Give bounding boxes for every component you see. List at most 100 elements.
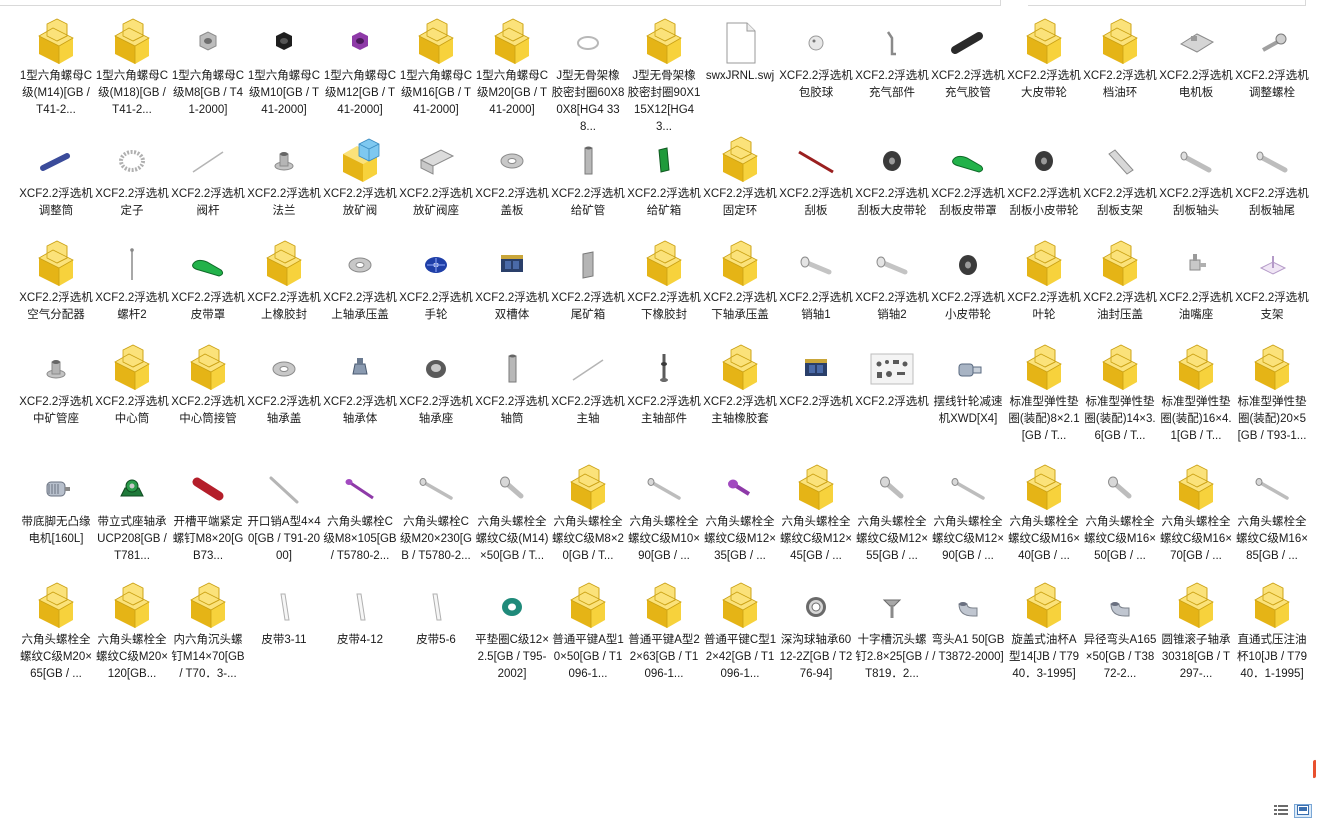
file-item[interactable]: XCF2.2浮选机 电机板 [1158,17,1234,135]
file-item[interactable]: XCF2.2浮选机 螺杆2 [94,239,170,343]
file-item[interactable]: XCF2.2浮选机 轴承座 [398,343,474,463]
file-item[interactable]: XCF2.2浮选机 调整筒 [18,135,94,239]
file-item[interactable]: XCF2.2浮选机 [778,343,854,463]
file-item[interactable]: XCF2.2浮选机 油嘴座 [1158,239,1234,343]
file-item[interactable]: XCF2.2浮选机 下橡胶封 [626,239,702,343]
file-item[interactable]: 六角头螺栓全螺纹C级M20×65[GB / ... [18,581,94,699]
file-item[interactable]: XCF2.2浮选机 阀杆 [170,135,246,239]
file-item[interactable]: XCF2.2浮选机 档油环 [1082,17,1158,135]
file-item[interactable]: 六角头螺栓全螺纹C级M12×90[GB / ... [930,463,1006,581]
file-item[interactable]: XCF2.2浮选机 轴承体 [322,343,398,463]
file-item[interactable]: XCF2.2浮选机 轴筒 [474,343,550,463]
file-item[interactable]: XCF2.2浮选机 手轮 [398,239,474,343]
column-divider[interactable] [1000,0,1001,6]
file-item[interactable]: 六角头螺栓全螺纹C级M16×50[GB / ... [1082,463,1158,581]
file-item[interactable]: 六角头螺栓全螺纹C级M8×20[GB / T... [550,463,626,581]
file-item[interactable]: 皮带3-11 [246,581,322,699]
file-item[interactable]: 六角头螺栓全螺纹C级M12×55[GB / ... [854,463,930,581]
file-item[interactable]: 异径弯头A165×50[GB / T3872-2... [1082,581,1158,699]
file-item[interactable]: XCF2.2浮选机 双槽体 [474,239,550,343]
file-item[interactable]: 六角头螺栓全螺纹C级M16×85[GB / ... [1234,463,1310,581]
file-item[interactable]: XCF2.2浮选机 放矿阀 [322,135,398,239]
file-item[interactable]: XCF2.2浮选机 大皮带轮 [1006,17,1082,135]
file-item[interactable]: XCF2.2浮选机 刮板支架 [1082,135,1158,239]
file-item[interactable]: XCF2.2浮选机 固定环 [702,135,778,239]
file-item[interactable]: 1型六角螺母C级M10[GB / T41-2000] [246,17,322,135]
file-item[interactable]: XCF2.2浮选机 主轴 [550,343,626,463]
file-item[interactable]: 内六角沉头螺钉M14×70[GB / T70．3-... [170,581,246,699]
file-item[interactable]: 六角头螺栓全螺纹C级(M14)×50[GB / T... [474,463,550,581]
file-item[interactable]: 1型六角螺母C级M12[GB / T41-2000] [322,17,398,135]
file-item[interactable]: 圆锥滚子轴承30318[GB / T297-... [1158,581,1234,699]
file-item[interactable]: 1型六角螺母C级M8[GB / T41-2000] [170,17,246,135]
file-item[interactable]: 普通平键C型12×42[GB / T1096-1... [702,581,778,699]
file-item[interactable]: 1型六角螺母C级M16[GB / T41-2000] [398,17,474,135]
file-item[interactable]: 标准型弹性垫圈(装配)20×5[GB / T93-1... [1234,343,1310,463]
file-item[interactable]: XCF2.2浮选机 包胶球 [778,17,854,135]
file-item[interactable]: XCF2.2浮选机 刮板轴尾 [1234,135,1310,239]
file-item[interactable]: XCF2.2浮选机 刮板皮带罩 [930,135,1006,239]
file-item[interactable]: 1型六角螺母C级(M14)[GB / T41-2... [18,17,94,135]
file-item[interactable]: XCF2.2浮选机 中心筒 [94,343,170,463]
file-item[interactable]: XCF2.2浮选机 支架 [1234,239,1310,343]
file-item[interactable]: XCF2.2浮选机 刮板轴头 [1158,135,1234,239]
details-view-button[interactable] [1272,804,1290,818]
file-item[interactable]: XCF2.2浮选机 刮板小皮带轮 [1006,135,1082,239]
file-item[interactable]: XCF2.2浮选机 轴承盖 [246,343,322,463]
file-item[interactable]: 六角头螺栓C级M20×230[GB / T5780-2... [398,463,474,581]
file-item[interactable]: XCF2.2浮选机 尾矿箱 [550,239,626,343]
file-item[interactable]: 标准型弹性垫圈(装配)14×3.6[GB / T... [1082,343,1158,463]
file-item[interactable]: 平垫圈C级12×2.5[GB / T95-2002] [474,581,550,699]
file-item[interactable]: 弯头A1 50[GB / T3872-2000] [930,581,1006,699]
file-item[interactable]: 旋盖式油杯A型14[JB / T7940．3-1995] [1006,581,1082,699]
file-item[interactable]: XCF2.2浮选机 主轴部件 [626,343,702,463]
file-item[interactable]: 皮带4-12 [322,581,398,699]
file-item[interactable]: XCF2.2浮选机 给矿箱 [626,135,702,239]
file-item[interactable]: 六角头螺栓全螺纹C级M16×40[GB / ... [1006,463,1082,581]
file-item[interactable]: 1型六角螺母C级(M18)[GB / T41-2... [94,17,170,135]
file-item[interactable]: 皮带5-6 [398,581,474,699]
file-item[interactable]: XCF2.2浮选机 上轴承压盖 [322,239,398,343]
file-item[interactable]: XCF2.2浮选机 盖板 [474,135,550,239]
file-item[interactable]: XCF2.2浮选机 充气部件 [854,17,930,135]
file-item[interactable]: 六角头螺栓全螺纹C级M10×90[GB / ... [626,463,702,581]
file-item[interactable]: XCF2.2浮选机 给矿管 [550,135,626,239]
file-item[interactable]: J型无骨架橡胶密封圈90X115X12[HG4 3... [626,17,702,135]
file-item[interactable]: 1型六角螺母C级M20[GB / T41-2000] [474,17,550,135]
file-item[interactable]: XCF2.2浮选机 刮板大皮带轮 [854,135,930,239]
file-item[interactable]: XCF2.2浮选机 小皮带轮 [930,239,1006,343]
file-item[interactable]: 带底脚无凸缘电机[160L] [18,463,94,581]
file-item[interactable]: XCF2.2浮选机 空气分配器 [18,239,94,343]
file-item[interactable]: 深沟球轴承6012-2Z[GB / T276-94] [778,581,854,699]
file-item[interactable]: XCF2.2浮选机 叶轮 [1006,239,1082,343]
file-item[interactable]: XCF2.2浮选机 法兰 [246,135,322,239]
file-item[interactable]: 六角头螺栓C级M8×105[GB / T5780-2... [322,463,398,581]
file-item[interactable]: XCF2.2浮选机 放矿阀座 [398,135,474,239]
file-item[interactable]: XCF2.2浮选机 充气胶管 [930,17,1006,135]
file-item[interactable]: 六角头螺栓全螺纹C级M12×35[GB / ... [702,463,778,581]
file-item[interactable]: XCF2.2浮选机 [854,343,930,463]
file-item[interactable]: 带立式座轴承UCP208[GB / T781... [94,463,170,581]
scrollbar-thumb[interactable] [1311,759,1317,779]
file-item[interactable]: XCF2.2浮选机 刮板 [778,135,854,239]
file-item[interactable]: XCF2.2浮选机 皮带罩 [170,239,246,343]
file-item[interactable]: 摆线针轮减速机XWD[X4] [930,343,1006,463]
file-item[interactable]: 六角头螺栓全螺纹C级M12×45[GB / ... [778,463,854,581]
file-item[interactable]: XCF2.2浮选机 定子 [94,135,170,239]
file-item[interactable]: 开口销A型4×40[GB / T91-2000] [246,463,322,581]
file-item[interactable]: 标准型弹性垫圈(装配)8×2.1[GB / T... [1006,343,1082,463]
file-item[interactable]: XCF2.2浮选机 销轴1 [778,239,854,343]
file-item[interactable]: 直通式压注油杯10[JB / T7940．1-1995] [1234,581,1310,699]
file-item[interactable]: XCF2.2浮选机 上橡胶封 [246,239,322,343]
column-divider[interactable] [1305,0,1306,6]
file-item[interactable]: swxJRNL.swj [702,17,778,135]
file-item[interactable]: 开槽平端紧定螺钉M8×20[GB73... [170,463,246,581]
file-item[interactable]: XCF2.2浮选机 下轴承压盖 [702,239,778,343]
file-item[interactable]: 六角头螺栓全螺纹C级M16×70[GB / ... [1158,463,1234,581]
file-item[interactable]: 普通平键A型22×63[GB / T1096-1... [626,581,702,699]
file-item[interactable]: J型无骨架橡胶密封圈60X80X8[HG4 338... [550,17,626,135]
file-item[interactable]: XCF2.2浮选机 销轴2 [854,239,930,343]
file-item[interactable]: XCF2.2浮选机 中矿管座 [18,343,94,463]
file-item[interactable]: 六角头螺栓全螺纹C级M20×120[GB... [94,581,170,699]
file-item[interactable]: 标准型弹性垫圈(装配)16×4.1[GB / T... [1158,343,1234,463]
